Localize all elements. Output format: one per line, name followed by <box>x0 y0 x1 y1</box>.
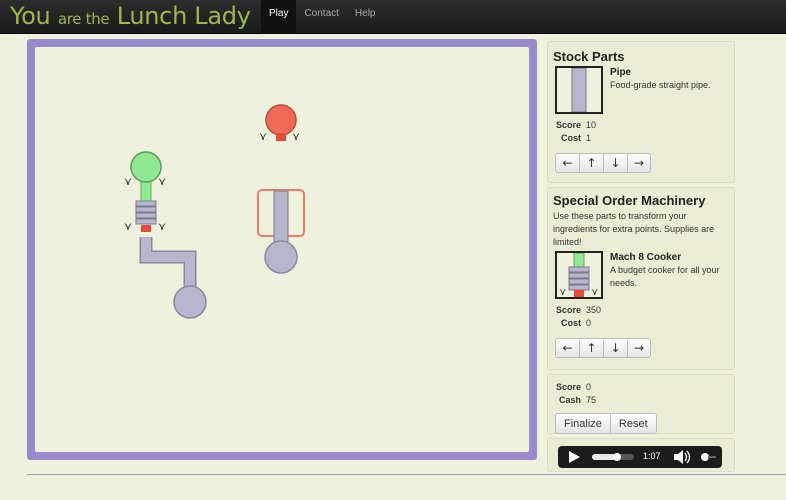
stock-score-label: Score <box>555 120 581 130</box>
game-board-frame: ⋎ ⋎ ⋎ ⋎ ⋎ ⋎ <box>27 39 537 460</box>
svg-text:⋎: ⋎ <box>259 130 267 143</box>
special-part-stats: Score 350 Cost 0 <box>553 305 729 331</box>
special-down-button[interactable]: ↓ <box>603 338 627 358</box>
stock-part-stats: Score 10 Cost 1 <box>553 120 729 146</box>
total-cash-value: 75 <box>586 395 597 405</box>
special-left-button[interactable]: ← <box>555 338 579 358</box>
pipe-icon[interactable] <box>555 66 603 114</box>
stock-cost-label: Cost <box>561 133 581 143</box>
finalize-button[interactable]: Finalize <box>555 413 610 434</box>
brand-logo[interactable]: You are the Lunch Lady <box>10 2 251 30</box>
stock-score-value: 10 <box>586 120 597 130</box>
stock-rotate-controls: ← ↑ ↓ → <box>555 153 729 173</box>
volume-handle[interactable] <box>701 453 709 461</box>
stock-part-pipe[interactable]: Pipe Food-grade straight pipe. <box>553 66 729 118</box>
special-up-button[interactable]: ↑ <box>579 338 603 358</box>
special-cost-label: Cost <box>561 318 581 328</box>
volume-track[interactable] <box>708 456 716 458</box>
left-pipe-path[interactable] <box>139 237 197 287</box>
navbar: You are the Lunch Lady Play Contact Help <box>0 0 786 34</box>
audio-player: 1:07 <box>558 446 722 468</box>
nav-contact[interactable]: Contact <box>296 0 346 34</box>
brand-word-are-the: are the <box>57 10 110 28</box>
brand-word-lunch-lady: Lunch Lady <box>116 2 251 30</box>
nav-play[interactable]: Play <box>261 0 297 34</box>
nav-help[interactable]: Help <box>347 0 384 34</box>
special-part-name: Mach 8 Cooker <box>610 252 682 263</box>
volume-icon[interactable] <box>674 450 691 464</box>
play-icon[interactable] <box>569 451 580 463</box>
svg-text:⋎: ⋎ <box>158 220 166 233</box>
special-order-description: Use these parts to transform your ingred… <box>553 211 715 247</box>
total-score-label: Score <box>555 382 581 392</box>
stock-down-button[interactable]: ↓ <box>603 153 627 173</box>
special-rotate-controls: ← ↑ ↓ → <box>555 338 729 358</box>
right-drain-bowl[interactable] <box>264 240 298 274</box>
special-order-panel: Special Order Machinery Use these parts … <box>547 187 735 370</box>
stock-part-description: Food-grade straight pipe. <box>610 80 711 90</box>
special-part-description: A budget cooker for all your needs. <box>610 265 720 288</box>
page-divider <box>27 474 786 475</box>
total-score-value: 0 <box>586 382 592 392</box>
special-order-title: Special Order Machinery <box>553 193 706 208</box>
placed-pipe[interactable] <box>273 190 289 246</box>
special-part-cooker[interactable]: ⋎ ⋎ Mach 8 Cooker A budget cooker for al… <box>553 251 729 303</box>
cooker-icon[interactable]: ⋎ ⋎ <box>555 251 603 299</box>
audio-time: 1:07 <box>643 451 661 461</box>
cooker-machine[interactable] <box>135 180 157 232</box>
stock-up-button[interactable]: ↑ <box>579 153 603 173</box>
game-board[interactable]: ⋎ ⋎ ⋎ ⋎ ⋎ ⋎ <box>35 47 529 452</box>
source-ingredient[interactable] <box>130 151 162 183</box>
stock-cost-value: 1 <box>586 133 592 143</box>
special-score-label: Score <box>555 305 581 315</box>
action-buttons: Finalize Reset <box>555 413 729 434</box>
brand-word-you: You <box>10 2 51 30</box>
special-cost-value: 0 <box>586 318 592 328</box>
special-score-value: 350 <box>586 305 602 315</box>
svg-text:⋎: ⋎ <box>559 287 566 297</box>
stock-right-button[interactable]: → <box>627 153 651 173</box>
board-canvas[interactable]: ⋎ ⋎ ⋎ ⋎ ⋎ ⋎ <box>35 47 529 452</box>
stock-parts-title: Stock Parts <box>553 49 625 64</box>
special-right-button[interactable]: → <box>627 338 651 358</box>
nav-menu: Play Contact Help <box>261 0 384 34</box>
stock-part-name: Pipe <box>610 67 632 78</box>
left-drain-bowl[interactable] <box>173 285 207 319</box>
totals-panel: Score 0 Cash 75 Finalize Reset <box>547 374 735 434</box>
total-cash-label: Cash <box>558 395 581 405</box>
svg-text:⋎: ⋎ <box>158 175 166 188</box>
reset-button[interactable]: Reset <box>609 413 657 434</box>
stock-parts-panel: Stock Parts Pipe Food-grade straight pip… <box>547 41 735 183</box>
progress-handle[interactable] <box>613 453 621 461</box>
target-outlet <box>276 133 286 141</box>
svg-text:⋎: ⋎ <box>124 220 132 233</box>
svg-text:⋎: ⋎ <box>292 130 300 143</box>
totals-stats: Score 0 Cash 75 <box>553 382 729 408</box>
stock-left-button[interactable]: ← <box>555 153 579 173</box>
svg-text:⋎: ⋎ <box>124 175 132 188</box>
svg-text:⋎: ⋎ <box>591 287 598 297</box>
